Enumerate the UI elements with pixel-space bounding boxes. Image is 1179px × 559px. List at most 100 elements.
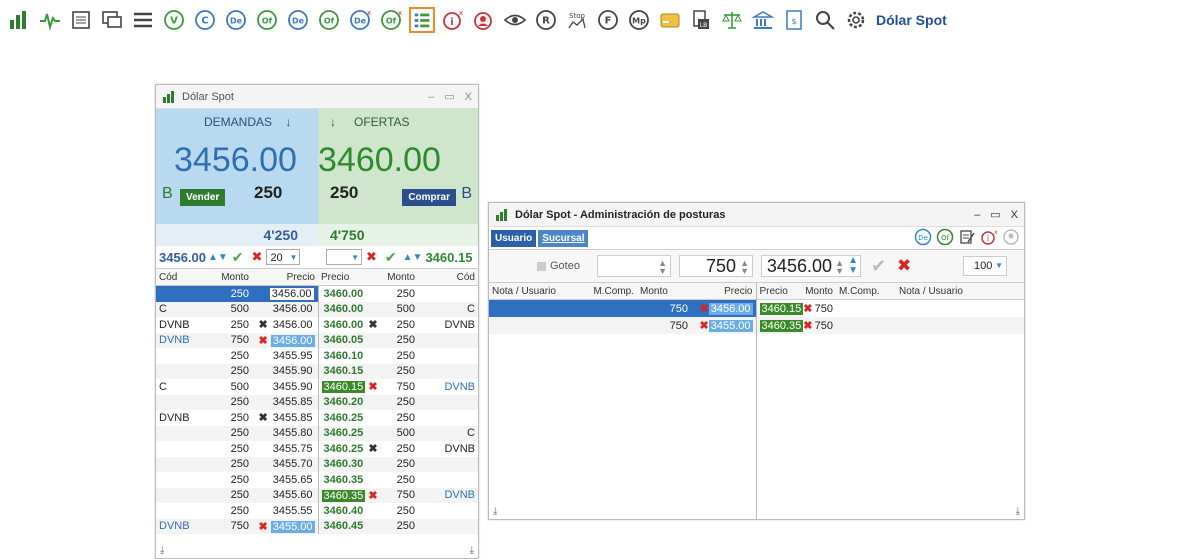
users-x-icon[interactable] [471, 7, 497, 33]
tab-sucursal[interactable]: Sucursal [538, 229, 589, 247]
confirm-icon[interactable]: ✔ [385, 249, 397, 266]
de-circle-icon[interactable]: De [223, 7, 249, 33]
table-row[interactable]: 250 3455.75 3460.25 ✖ 250 DVNB [156, 441, 478, 457]
col-nota-ask[interactable]: Nota / Usuario [896, 283, 1024, 300]
confirm-icon[interactable]: ✔ [232, 249, 244, 266]
bid-precio[interactable]: 3455.00 [708, 320, 753, 332]
best-ask-price[interactable]: 3460.00 [318, 141, 441, 180]
v-circle-icon[interactable]: V [161, 7, 187, 33]
ask-input-price[interactable]: 3460.15 [425, 250, 472, 265]
ask-precio[interactable]: 3460.25 [322, 412, 366, 424]
vender-button[interactable]: Vender [180, 189, 226, 206]
table-row[interactable]: DVNB 750 ✖ 3456.00 3460.05 250 [156, 332, 478, 348]
cancel-order-icon[interactable]: ✖ [700, 320, 709, 332]
col-mcomp-ask[interactable]: M.Comp. [836, 283, 896, 300]
minimize-button[interactable]: – [974, 209, 980, 221]
scale-icon[interactable] [719, 7, 745, 33]
close-button[interactable]: X [465, 91, 472, 103]
bid-precio[interactable]: 3455.80 [271, 427, 315, 439]
mp-circle-icon[interactable]: Mp [626, 7, 652, 33]
cancel-order-icon[interactable]: ✖ [258, 319, 267, 331]
of-x-icon[interactable]: Of x [378, 7, 404, 33]
de-refresh-icon[interactable]: De [285, 7, 311, 33]
bid-qty[interactable]: 250 [254, 183, 282, 203]
table-row[interactable]: 250 3455.65 3460.35 250 [156, 472, 478, 488]
ask-precio[interactable]: 3460.35 [321, 489, 366, 502]
table-row[interactable]: C 500 3455.90 3460.15 ✖ 750 DVNB [156, 379, 478, 395]
cancel-order-icon[interactable]: ✖ [258, 521, 267, 533]
chat-icon[interactable] [99, 7, 125, 33]
table-row[interactable]: DVNB 250 ✖ 3455.85 3460.25 250 [156, 410, 478, 426]
table-row[interactable]: 250 3455.95 3460.10 250 [156, 348, 478, 364]
close-button[interactable]: X [1011, 209, 1018, 221]
table-row[interactable]: DVNB 250 ✖ 3456.00 3460.00 ✖ 250 DVNB [156, 317, 478, 333]
ask-precio[interactable]: 3460.00 [322, 288, 366, 300]
gear-icon[interactable] [843, 7, 869, 33]
ask-qty[interactable]: 250 [330, 183, 358, 203]
users-x-icon[interactable] [1002, 228, 1020, 246]
col-precio-ask[interactable]: Precio [318, 269, 372, 286]
tab-usuario[interactable]: Usuario [491, 229, 537, 247]
arrow-down-icon[interactable]: ↓ [285, 115, 291, 129]
bid-precio[interactable]: 3456.00 [271, 303, 315, 315]
edit-document-icon[interactable] [958, 228, 976, 246]
ask-precio[interactable]: 3460.40 [322, 505, 366, 517]
stop-icon[interactable]: Stop [564, 7, 590, 33]
table-row[interactable]: 250 3455.70 3460.30 250 [156, 456, 478, 472]
col-cod-bid[interactable]: Cód [156, 269, 218, 286]
bid-precio[interactable]: 3455.70 [271, 458, 315, 470]
posturas-grid-icon[interactable] [409, 7, 435, 33]
price-spinner-icon[interactable]: ▲▼ [848, 256, 858, 276]
ask-precio[interactable]: 3460.25 [322, 443, 366, 455]
ask-precio[interactable]: 3460.35 [322, 474, 366, 486]
cancel-order-icon[interactable]: ✖ [368, 443, 377, 455]
bid-precio[interactable]: 3456.00 [268, 286, 315, 301]
ask-precio[interactable]: 3460.00 [322, 303, 366, 315]
cancel-order-icon[interactable]: ✖ [803, 320, 812, 332]
price-spinner-icon[interactable]: ▲▼ [403, 252, 423, 263]
ask-precio[interactable]: 3460.30 [322, 458, 366, 470]
ask-precio[interactable]: 3460.00 [322, 319, 366, 331]
f-circle-icon[interactable]: F [595, 7, 621, 33]
of-refresh-icon[interactable]: Of [316, 7, 342, 33]
goteo-checkbox[interactable] [537, 261, 546, 271]
bid-precio[interactable]: 3455.90 [271, 381, 315, 393]
spinner-icon[interactable]: ▲ ▼ [835, 259, 844, 276]
cancel-order-icon[interactable]: ✖ [258, 412, 267, 424]
maximize-button[interactable]: ▭ [990, 208, 1000, 221]
bid-precio[interactable]: 3455.00 [270, 520, 315, 533]
download-icon[interactable]: ⤓ [493, 506, 497, 517]
table-row[interactable]: DVNB 750 ✖ 3455.00 3460.45 250 [156, 518, 478, 534]
col-monto-bid[interactable]: Monto [218, 269, 252, 286]
bid-qty-select[interactable]: 20 ▼ [266, 249, 301, 265]
bid-precio[interactable]: 3455.85 [271, 412, 315, 424]
de-x-icon[interactable]: De x [347, 7, 373, 33]
de-circle-icon[interactable]: De [914, 228, 932, 246]
ask-precio[interactable]: 3460.15 [321, 381, 366, 394]
arrow-down-icon[interactable]: ↓ [330, 115, 336, 129]
download-icon[interactable]: ⤓ [160, 545, 164, 556]
col-nota-bid[interactable]: Nota / Usuario [489, 283, 585, 300]
minimize-button[interactable]: – [428, 91, 434, 103]
goteo-input[interactable]: ▲ ▼ [597, 255, 671, 277]
cancel-icon[interactable]: ✖ [366, 249, 377, 265]
cancel-order-icon[interactable]: ✖ [258, 335, 267, 347]
menu-icon[interactable] [130, 7, 156, 33]
bid-precio[interactable]: 3455.65 [271, 474, 315, 486]
bid-precio[interactable]: 3455.85 [271, 396, 315, 408]
comprar-button[interactable]: Comprar [402, 189, 456, 206]
bank-chart-icon[interactable] [750, 7, 776, 33]
download-icon[interactable]: ⤓ [470, 545, 474, 556]
ask-qty-select[interactable]: ▼ [326, 249, 362, 265]
document-icon[interactable]: $ [781, 7, 807, 33]
table-row[interactable]: 250 3455.80 3460.25 500 C [156, 425, 478, 441]
admin-titlebar[interactable]: Dólar Spot - Administración de posturas … [489, 203, 1024, 227]
ask-precio[interactable]: 3460.10 [322, 350, 366, 362]
ask-precio[interactable]: 3460.45 [322, 520, 366, 532]
bid-precio[interactable]: 3456.00 [271, 319, 315, 331]
price-spinner-icon[interactable]: ▲▼ [208, 252, 228, 263]
col-cod-ask[interactable]: Cód [418, 269, 478, 286]
info-x-icon[interactable]: ix [980, 228, 998, 246]
eye-icon[interactable] [502, 7, 528, 33]
search-icon[interactable] [812, 7, 838, 33]
